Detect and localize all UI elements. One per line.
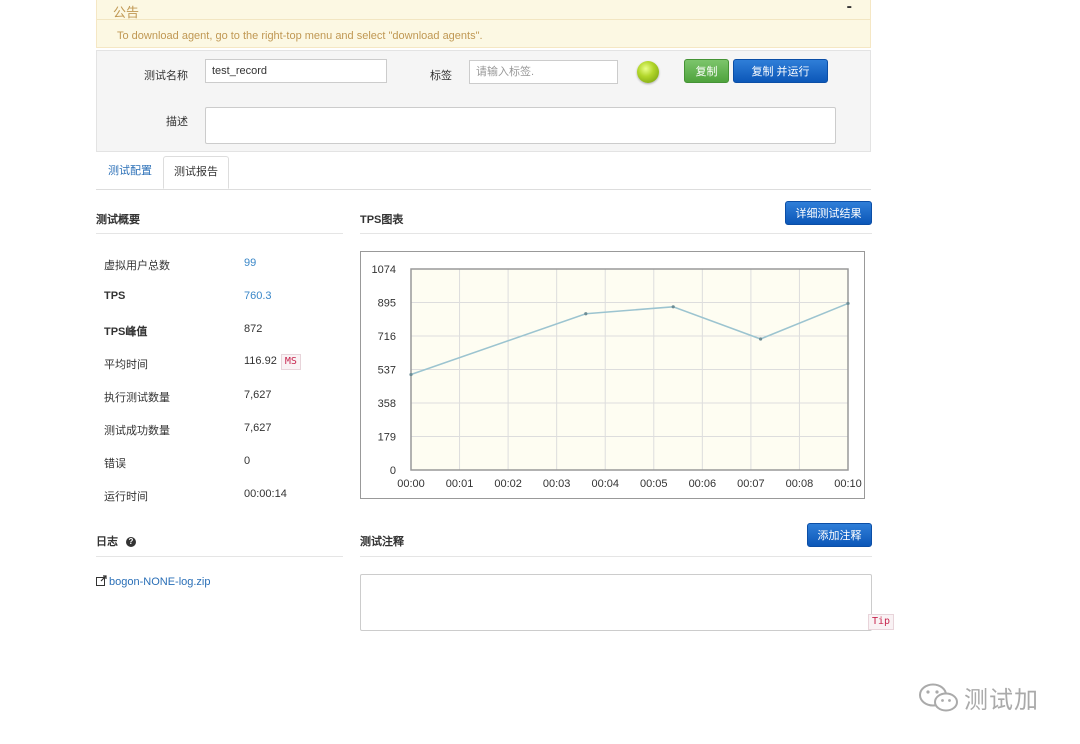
x-tick-label: 00:05: [640, 478, 668, 490]
test-name-input[interactable]: test_record: [205, 59, 387, 83]
tag-input[interactable]: 请输入标签.: [469, 60, 618, 84]
announcement-text: To download agent, go to the right-top m…: [117, 30, 483, 42]
notes-textarea[interactable]: [360, 574, 872, 631]
tps-chart-frame: 0 179 358 537 716 895 1074 00:00 00:01 00:02 00:03…: [360, 251, 865, 499]
copy-button[interactable]: 复制: [684, 59, 729, 83]
y-tick-label: 179: [378, 432, 396, 444]
y-tick-label: 716: [378, 331, 396, 343]
report-tabs: 测试配置 测试报告: [96, 156, 871, 190]
summary-label-successful: 测试成功数量: [104, 425, 170, 437]
log-file-name[interactable]: bogon-NONE-log.zip: [109, 576, 211, 588]
detailed-results-button[interactable]: 详细测试结果: [785, 201, 872, 225]
x-tick-label: 00:06: [689, 478, 717, 490]
log-title-text: 日志: [96, 536, 118, 548]
tab-test-report[interactable]: 测试报告: [163, 156, 229, 189]
announcement-panel: 公告 - To download agent, go to the right-…: [96, 0, 871, 48]
tps-data-point: [671, 305, 675, 309]
y-tick-label: 895: [378, 298, 396, 310]
summary-label-tps: TPS: [104, 290, 126, 302]
tps-data-point: [759, 337, 763, 341]
tps-data-point: [846, 301, 850, 306]
summary-label-executed: 执行测试数量: [104, 392, 170, 404]
log-divider: [96, 556, 343, 557]
status-green-ball-icon: [637, 61, 659, 83]
tag-label: 标签: [430, 70, 452, 82]
summary-label-virtual-users: 虚拟用户总数: [104, 260, 170, 272]
summary-value-run-time: 00:00:14: [244, 488, 287, 500]
notes-divider: [360, 556, 872, 557]
y-tick-label: 1074: [372, 264, 396, 276]
tps-line-chart: 0 179 358 537 716 895 1074 00:00 00:01 00:02 00:03…: [372, 264, 862, 490]
x-tick-label: 00:02: [494, 478, 522, 490]
x-tick-label: 00:07: [737, 478, 765, 490]
summary-value-tps[interactable]: 760.3: [244, 290, 272, 302]
external-link-icon: [96, 575, 107, 586]
x-tick-label: 00:03: [543, 478, 571, 490]
tps-chart-title: TPS图表: [360, 214, 404, 226]
notes-title: 测试注释: [360, 536, 404, 548]
summary-label-errors: 错误: [104, 458, 126, 470]
tip-badge: Tip: [868, 614, 895, 630]
summary-label-tps-peak: TPS峰值: [104, 326, 148, 338]
summary-divider: [96, 233, 343, 234]
avg-time-number: 116.92: [244, 355, 277, 367]
ms-unit-badge: MS: [280, 354, 301, 370]
y-tick-label: 358: [378, 398, 396, 410]
summary-label-avg-time: 平均时间: [104, 359, 148, 371]
log-file-link[interactable]: bogon-NONE-log.zip: [96, 575, 211, 588]
test-name-label: 测试名称: [144, 70, 188, 82]
summary-value-successful: 7,627: [244, 422, 272, 434]
x-tick-label: 00:04: [591, 478, 619, 490]
description-input[interactable]: [205, 107, 836, 144]
wechat-icon: [919, 683, 958, 711]
summary-value-errors: 0: [244, 455, 251, 467]
summary-value-avg-time: 116.92 MS: [244, 354, 301, 370]
copy-and-run-button[interactable]: 复制 并运行: [733, 59, 828, 83]
summary-label-run-time: 运行时间: [104, 491, 148, 503]
x-tick-label: 00:01: [446, 478, 474, 490]
help-icon[interactable]: ?: [126, 537, 136, 547]
announcement-divider: [97, 19, 870, 20]
tps-divider: [360, 233, 872, 234]
tab-test-config[interactable]: 测试配置: [98, 156, 162, 189]
watermark-text: 测试加: [964, 687, 1039, 714]
x-tick-label: 00:00: [397, 478, 425, 490]
summary-value-tps-peak: 872: [244, 323, 263, 335]
summary-title: 测试概要: [96, 214, 140, 226]
test-info-form: 测试名称 test_record 标签 请输入标签. 复制 复制 并运行 描述: [96, 50, 871, 152]
summary-value-executed: 7,627: [244, 389, 272, 401]
y-tick-label: 0: [390, 465, 396, 477]
collapse-announcement-button[interactable]: -: [847, 0, 852, 15]
tps-data-point: [409, 372, 413, 377]
log-title: 日志?: [96, 533, 136, 549]
add-note-button[interactable]: 添加注释: [807, 523, 872, 547]
x-tick-label: 00:08: [786, 478, 814, 490]
watermark: 测试加: [918, 680, 1039, 715]
tps-data-point: [584, 312, 588, 316]
y-tick-label: 537: [378, 365, 396, 377]
x-tick-label: 00:10: [834, 478, 862, 490]
summary-value-virtual-users[interactable]: 99: [244, 257, 256, 269]
description-label: 描述: [166, 116, 188, 128]
